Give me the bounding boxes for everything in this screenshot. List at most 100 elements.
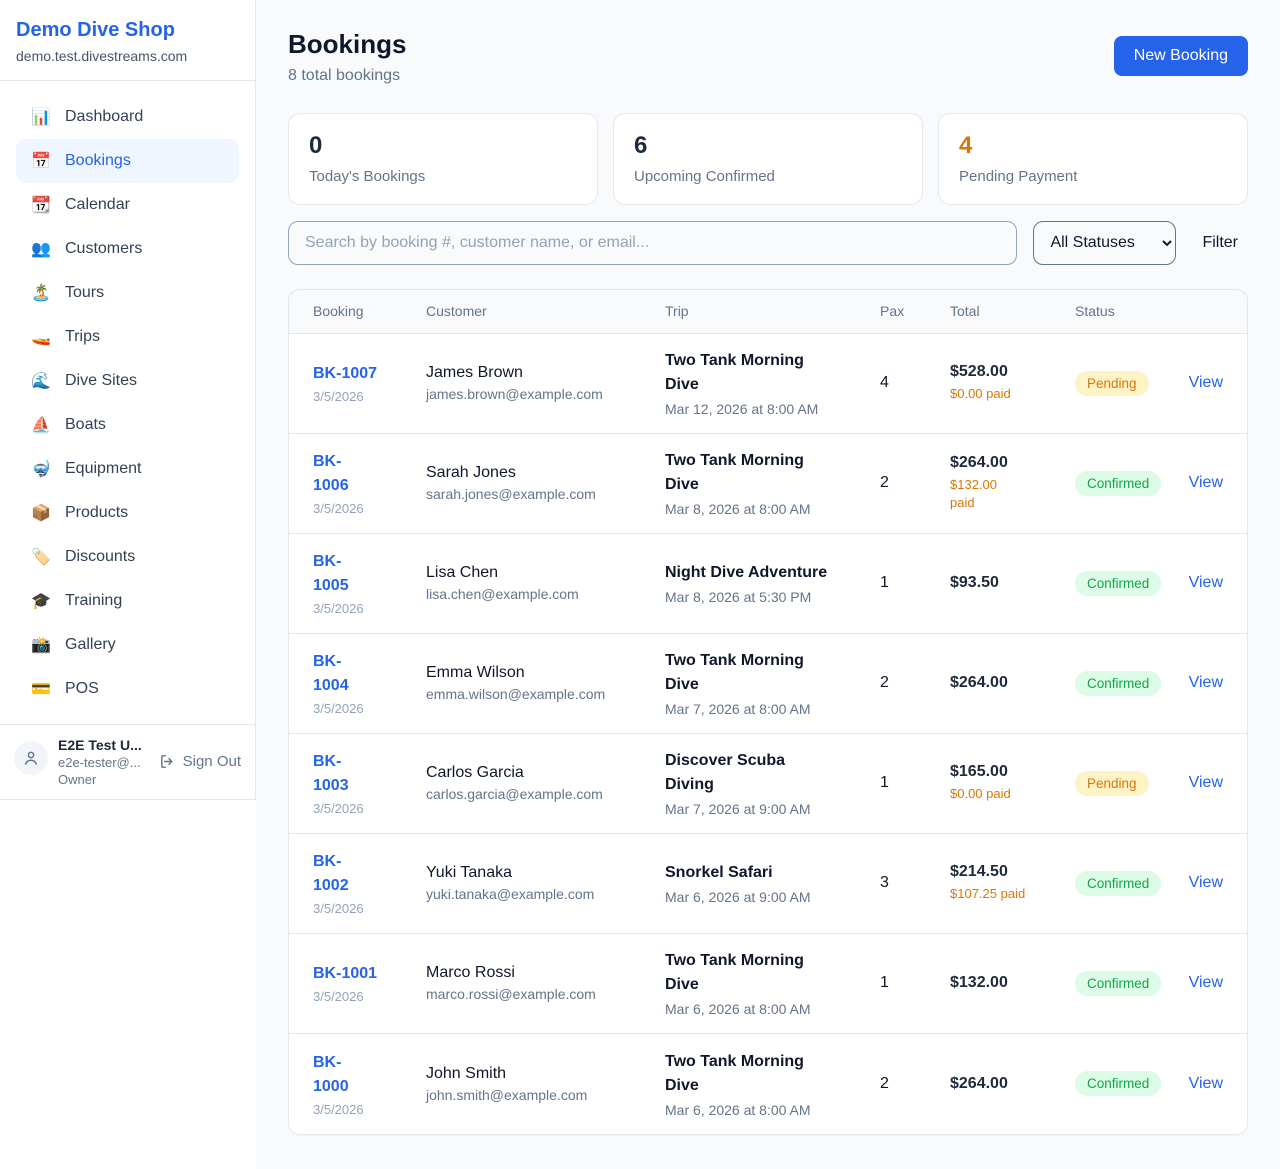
filter-button[interactable]: Filter [1192, 234, 1248, 252]
stat-card: 6 Upcoming Confirmed [613, 113, 923, 205]
sidebar-item-discounts[interactable]: 🏷️ Discounts [16, 535, 239, 579]
table-row: BK- 1000 3/5/2026 John Smith john.smith@… [289, 1034, 1247, 1134]
view-link[interactable]: View [1189, 874, 1223, 892]
status-select[interactable]: All Statuses [1033, 221, 1176, 265]
user-role: Owner [58, 772, 149, 787]
shop-domain: demo.test.divestreams.com [16, 48, 239, 64]
table-row: BK-1001 3/5/2026 Marco Rossi marco.rossi… [289, 934, 1247, 1034]
paid-amount: $107.25 paid [950, 885, 1063, 903]
status-cell: Confirmed [1075, 671, 1175, 696]
sidebar-item-bookings[interactable]: 📅 Bookings [16, 139, 239, 183]
booking-cell: BK- 1000 3/5/2026 [313, 1051, 426, 1117]
booking-cell: BK- 1003 3/5/2026 [313, 750, 426, 816]
customer-email: yuki.tanaka@example.com [426, 886, 653, 902]
sidebar-item-pos[interactable]: 💳 POS [16, 667, 239, 711]
stats-row: 0 Today's Bookings 6 Upcoming Confirmed … [288, 113, 1248, 205]
sidebar-item-gallery[interactable]: 📸 Gallery [16, 623, 239, 667]
trip-datetime: Mar 7, 2026 at 9:00 AM [665, 801, 868, 817]
booking-id-link[interactable]: BK- 1004 [313, 650, 414, 698]
sidebar-item-label: Training [65, 592, 122, 610]
sidebar-item-boats[interactable]: ⛵ Boats [16, 403, 239, 447]
total-cell: $93.50 [950, 574, 1075, 592]
trip-cell: Two Tank Morning Dive Mar 12, 2026 at 8:… [665, 349, 880, 417]
sidebar-item-customers[interactable]: 👥 Customers [16, 227, 239, 271]
customer-email: john.smith@example.com [426, 1087, 653, 1103]
status-badge: Confirmed [1075, 571, 1161, 596]
booking-created-date: 3/5/2026 [313, 501, 414, 516]
table-header-row: BookingCustomerTripPaxTotalStatus [289, 290, 1247, 334]
filter-bar: All Statuses Filter [288, 221, 1248, 265]
total-amount: $264.00 [950, 1075, 1063, 1093]
booking-id-link[interactable]: BK- 1006 [313, 450, 414, 498]
booking-id-link[interactable]: BK- 1000 [313, 1051, 414, 1099]
sidebar-item-trips[interactable]: 🚤 Trips [16, 315, 239, 359]
pax-cell: 4 [880, 374, 950, 392]
column-header: Pax [880, 303, 950, 319]
trip-name: Snorkel Safari [665, 861, 868, 885]
sidebar-item-label: Dashboard [65, 108, 143, 126]
trip-datetime: Mar 6, 2026 at 8:00 AM [665, 1102, 868, 1118]
page-header: Bookings 8 total bookings New Booking [288, 30, 1248, 85]
booking-id-link[interactable]: BK- 1003 [313, 750, 414, 798]
nav-icon: 🚤 [30, 327, 52, 347]
table-row: BK- 1006 3/5/2026 Sarah Jones sarah.jone… [289, 434, 1247, 534]
table-row: BK- 1003 3/5/2026 Carlos Garcia carlos.g… [289, 734, 1247, 834]
sidebar-item-tours[interactable]: 🏝️ Tours [16, 271, 239, 315]
page-header-text: Bookings 8 total bookings [288, 30, 406, 85]
table-body: BK-1007 3/5/2026 James Brown james.brown… [289, 334, 1247, 1134]
total-amount: $264.00 [950, 674, 1063, 692]
pax-cell: 1 [880, 574, 950, 592]
sidebar-item-label: Tours [65, 284, 104, 302]
booking-id-link[interactable]: BK-1001 [313, 962, 414, 986]
shop-name: Demo Dive Shop [16, 18, 239, 42]
view-link[interactable]: View [1189, 1075, 1223, 1093]
nav-icon: 🤿 [30, 459, 52, 479]
trip-name: Two Tank Morning Dive [665, 349, 868, 397]
booking-cell: BK-1001 3/5/2026 [313, 962, 426, 1004]
view-link[interactable]: View [1189, 674, 1223, 692]
sidebar: Demo Dive Shop demo.test.divestreams.com… [0, 0, 256, 800]
sidebar-item-dashboard[interactable]: 📊 Dashboard [16, 95, 239, 139]
column-header: Total [950, 303, 1075, 319]
booking-id-link[interactable]: BK-1007 [313, 362, 414, 386]
sidebar-item-equipment[interactable]: 🤿 Equipment [16, 447, 239, 491]
booking-id-link[interactable]: BK- 1002 [313, 850, 414, 898]
status-cell: Confirmed [1075, 971, 1175, 996]
view-link[interactable]: View [1189, 574, 1223, 592]
nav-icon: 🎓 [30, 591, 52, 611]
status-cell: Pending [1075, 371, 1175, 396]
paid-amount: $0.00 paid [950, 785, 1063, 803]
stat-value: 0 [309, 132, 577, 160]
view-link[interactable]: View [1189, 474, 1223, 492]
status-badge: Pending [1075, 371, 1149, 396]
search-input[interactable] [288, 221, 1017, 265]
sidebar-item-dive-sites[interactable]: 🌊 Dive Sites [16, 359, 239, 403]
pax-cell: 1 [880, 974, 950, 992]
column-header: Booking [313, 303, 426, 319]
view-link[interactable]: View [1189, 974, 1223, 992]
bookings-table: BookingCustomerTripPaxTotalStatus BK-100… [288, 289, 1248, 1135]
total-cell: $264.00 $132.00 paid [950, 454, 1075, 512]
trip-cell: Night Dive Adventure Mar 8, 2026 at 5:30… [665, 561, 880, 605]
sign-out-button[interactable]: Sign Out [159, 753, 241, 770]
nav-icon: 👥 [30, 239, 52, 259]
view-link[interactable]: View [1189, 774, 1223, 792]
sign-out-label: Sign Out [183, 753, 241, 770]
booking-created-date: 3/5/2026 [313, 901, 414, 916]
pax-cell: 2 [880, 1075, 950, 1093]
view-link[interactable]: View [1189, 374, 1223, 392]
customer-cell: John Smith john.smith@example.com [426, 1065, 665, 1103]
sidebar-item-training[interactable]: 🎓 Training [16, 579, 239, 623]
nav-icon: 🌊 [30, 371, 52, 391]
sidebar-item-products[interactable]: 📦 Products [16, 491, 239, 535]
booking-created-date: 3/5/2026 [313, 601, 414, 616]
new-booking-button[interactable]: New Booking [1114, 36, 1248, 76]
trip-datetime: Mar 6, 2026 at 9:00 AM [665, 889, 868, 905]
sidebar-item-calendar[interactable]: 📆 Calendar [16, 183, 239, 227]
total-cell: $132.00 [950, 974, 1075, 992]
booking-id-link[interactable]: BK- 1005 [313, 550, 414, 598]
customer-name: John Smith [426, 1065, 653, 1083]
status-badge: Confirmed [1075, 1071, 1161, 1096]
customer-name: Marco Rossi [426, 964, 653, 982]
sidebar-item-label: Customers [65, 240, 142, 258]
